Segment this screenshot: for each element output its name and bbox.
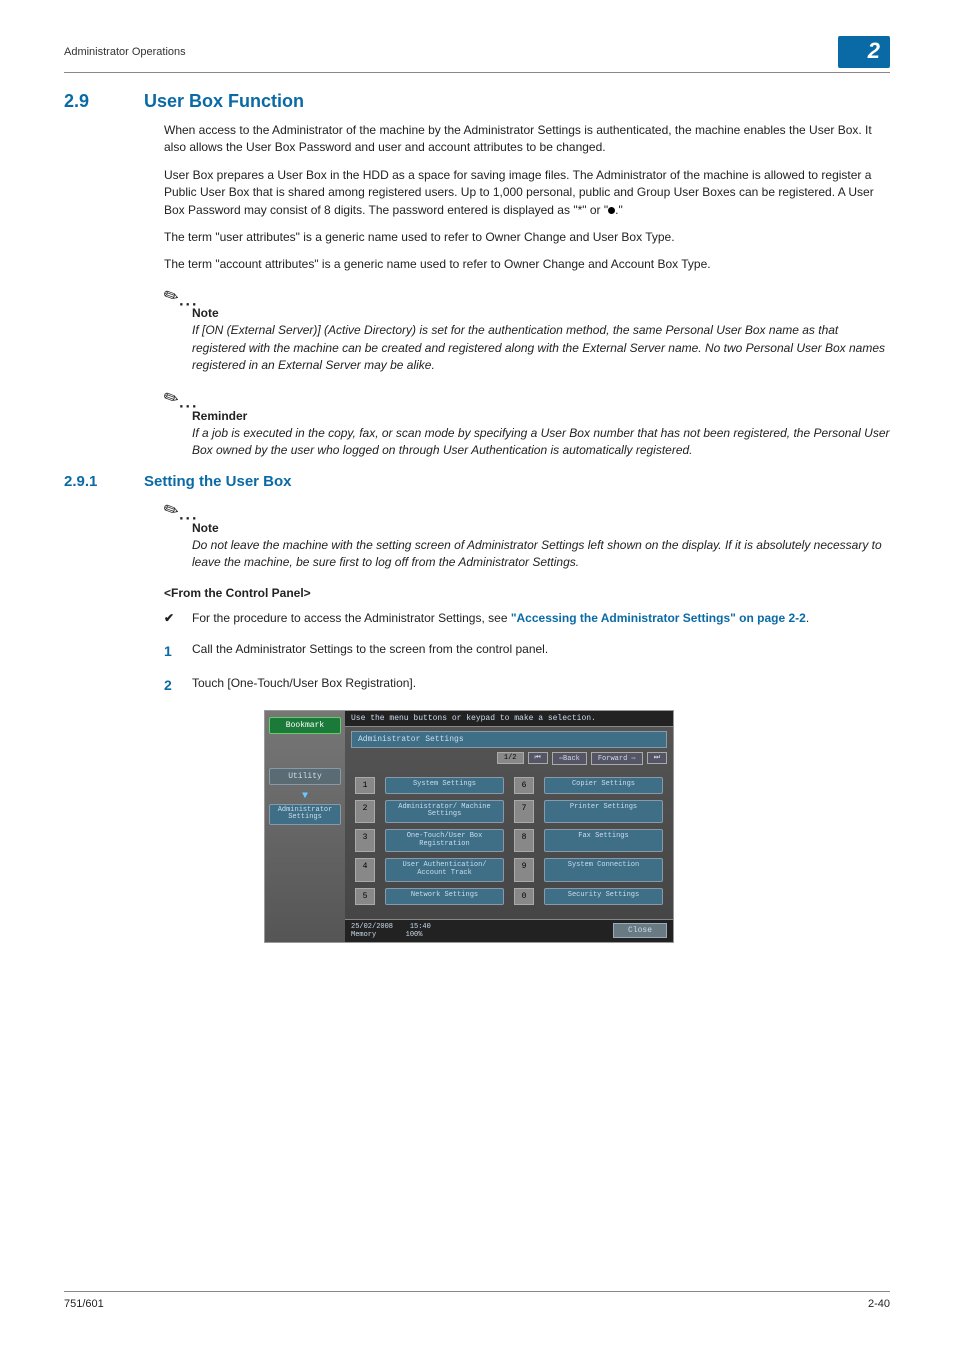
page-header: Administrator Operations 2 xyxy=(64,36,890,73)
note-label: Note xyxy=(192,521,890,535)
paragraph: When access to the Administrator of the … xyxy=(164,122,890,157)
paragraph: The term "account attributes" is a gener… xyxy=(164,256,890,273)
menu-index: 2 xyxy=(355,800,375,823)
note-block: ✎... Note If [ON (External Server)] (Act… xyxy=(164,286,890,375)
note-label: Note xyxy=(192,306,890,320)
cross-reference-link[interactable]: "Accessing the Administrator Settings" o… xyxy=(511,611,806,625)
paragraph: User Box prepares a User Box in the HDD … xyxy=(164,167,890,219)
subsection-heading: 2.9.1 Setting the User Box xyxy=(64,473,890,490)
menu-index: 3 xyxy=(355,829,375,852)
footer-model: 751/601 xyxy=(64,1298,104,1310)
section-number: 2.9 xyxy=(64,91,144,112)
arrow-down-icon: ▼ xyxy=(269,791,341,802)
reminder-label: Reminder xyxy=(192,409,890,423)
control-panel-screenshot: Bookmark Utility ▼ Administrator Setting… xyxy=(264,710,890,943)
step-number: 2 xyxy=(164,675,192,695)
intro-paragraphs: When access to the Administrator of the … xyxy=(164,122,890,274)
step-item: 2 Touch [One-Touch/User Box Registration… xyxy=(164,675,890,695)
step-text: Call the Administrator Settings to the s… xyxy=(192,641,548,661)
subsection-number: 2.9.1 xyxy=(64,473,144,490)
menu-item-admin-machine[interactable]: Administrator/ Machine Settings xyxy=(385,800,504,823)
menu-item-copier-settings[interactable]: Copier Settings xyxy=(544,777,663,794)
step-number: 1 xyxy=(164,641,192,661)
section-heading: 2.9 User Box Function xyxy=(64,91,890,112)
panel-title: Administrator Settings xyxy=(351,731,667,748)
menu-item-system-connection[interactable]: System Connection xyxy=(544,858,663,881)
menu-index: 9 xyxy=(514,858,534,881)
page-indicator: 1/2 xyxy=(497,752,524,764)
pager-nav: 1/2 ⏮ ⇦Back Forward ⇨ ⏭ xyxy=(345,748,673,769)
instruction-bar: Use the menu buttons or keypad to make a… xyxy=(345,711,673,727)
step-item: 1 Call the Administrator Settings to the… xyxy=(164,641,890,661)
reminder-block: ✎... Reminder If a job is executed in th… xyxy=(164,388,890,459)
menu-item-network-settings[interactable]: Network Settings xyxy=(385,888,504,905)
checkmark-icon: ✔ xyxy=(164,610,192,627)
note-text: Do not leave the machine with the settin… xyxy=(192,537,890,572)
section-title: User Box Function xyxy=(144,91,304,112)
control-panel-heading: <From the Control Panel> xyxy=(164,586,890,600)
menu-item-printer-settings[interactable]: Printer Settings xyxy=(544,800,663,823)
footer-page-number: 2-40 xyxy=(868,1298,890,1310)
header-breadcrumb: Administrator Operations xyxy=(64,46,186,58)
bookmark-tab[interactable]: Bookmark xyxy=(269,717,341,734)
subsection-title: Setting the User Box xyxy=(144,473,292,490)
admin-settings-button[interactable]: Administrator Settings xyxy=(269,804,341,825)
forward-button[interactable]: Forward ⇨ xyxy=(591,752,643,765)
menu-index: 1 xyxy=(355,777,375,794)
menu-item-one-touch-user-box[interactable]: One-Touch/User Box Registration xyxy=(385,829,504,852)
utility-button[interactable]: Utility xyxy=(269,768,341,785)
menu-index: 7 xyxy=(514,800,534,823)
close-button[interactable]: Close xyxy=(613,923,667,938)
back-button[interactable]: ⇦Back xyxy=(552,752,587,765)
nav-first-button[interactable]: ⏮ xyxy=(528,752,548,764)
menu-item-security-settings[interactable]: Security Settings xyxy=(544,888,663,905)
step-text: Touch [One-Touch/User Box Registration]. xyxy=(192,675,416,695)
menu-index: 4 xyxy=(355,858,375,881)
menu-index: 0 xyxy=(514,888,534,905)
nav-last-button[interactable]: ⏭ xyxy=(647,752,667,764)
menu-item-system-settings[interactable]: System Settings xyxy=(385,777,504,794)
menu-index: 6 xyxy=(514,777,534,794)
note-text: If [ON (External Server)] (Active Direct… xyxy=(192,322,890,374)
menu-item-user-auth[interactable]: User Authentication/ Account Track xyxy=(385,858,504,881)
note-block: ✎... Note Do not leave the machine with … xyxy=(164,500,890,571)
menu-index: 5 xyxy=(355,888,375,905)
paragraph: The term "user attributes" is a generic … xyxy=(164,229,890,246)
menu-item-fax-settings[interactable]: Fax Settings xyxy=(544,829,663,852)
panel-footer: 25/02/2008 15:40 Memory 100% Close xyxy=(345,919,673,942)
menu-grid: 1 System Settings 6 Copier Settings 2 Ad… xyxy=(345,769,673,919)
page-footer: 751/601 2-40 xyxy=(64,1291,890,1310)
reminder-text: If a job is executed in the copy, fax, o… xyxy=(192,425,890,460)
chapter-badge: 2 xyxy=(838,36,890,68)
bullet-item: ✔ For the procedure to access the Admini… xyxy=(164,610,890,627)
menu-index: 8 xyxy=(514,829,534,852)
